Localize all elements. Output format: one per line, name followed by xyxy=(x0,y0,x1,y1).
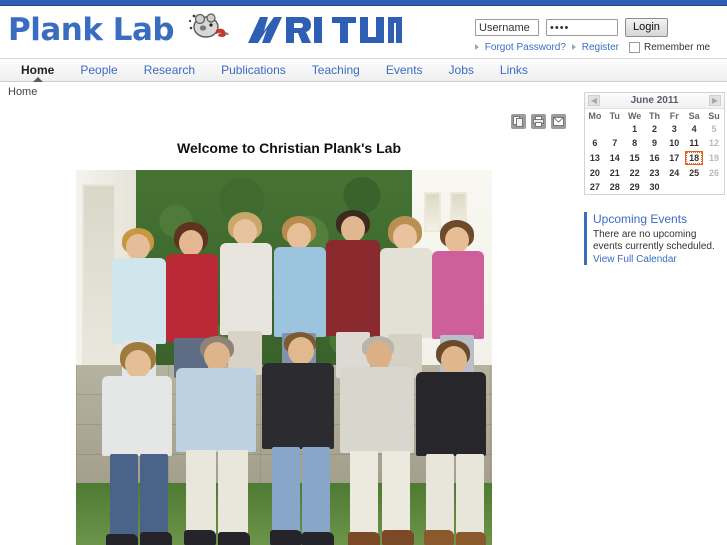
calendar-week-row: 20 21 22 23 24 25 26 xyxy=(585,166,724,180)
calendar-day-10[interactable]: 10 xyxy=(664,136,684,150)
breadcrumb[interactable]: Home xyxy=(8,86,37,98)
calendar-day-26[interactable]: 26 xyxy=(704,166,724,180)
calendar-weekday-fr: Fr xyxy=(669,111,679,121)
brand-title: Plank Lab xyxy=(8,12,175,48)
calendar-day-empty xyxy=(684,180,704,194)
calendar-weekday-su: Su xyxy=(708,111,720,121)
calendar-day-27[interactable]: 27 xyxy=(585,180,605,194)
mouse-magnet-icon xyxy=(182,10,238,50)
calendar-today-marker: 18 xyxy=(685,151,704,165)
calendar-day-13[interactable]: 13 xyxy=(585,150,605,166)
view-full-calendar-link[interactable]: View Full Calendar xyxy=(593,254,727,265)
remember-me-checkbox[interactable] xyxy=(628,42,640,53)
calendar-day-15[interactable]: 15 xyxy=(625,150,645,166)
calendar-next-button[interactable]: ▶ xyxy=(709,95,721,106)
calendar-weekday-we: We xyxy=(627,111,642,121)
arrow-bullet-icon xyxy=(571,44,576,51)
calendar-day-24[interactable]: 24 xyxy=(664,166,684,180)
page-title: Welcome to Christian Plank's Lab xyxy=(176,140,401,156)
calendar-weekday-sa: Sa xyxy=(688,111,700,121)
password-input[interactable] xyxy=(546,19,618,36)
calendar-week-row: 27 28 29 30 xyxy=(585,180,724,194)
calendar-day-11[interactable]: 11 xyxy=(684,136,704,150)
calendar-day-2[interactable]: 2 xyxy=(645,122,665,136)
upcoming-events-heading: Upcoming Events xyxy=(593,212,688,226)
forgot-password-link[interactable]: Forgot Password? xyxy=(485,42,566,53)
group-photo xyxy=(76,170,492,545)
print-icon[interactable] xyxy=(531,114,546,129)
nav-item-jobs[interactable]: Jobs xyxy=(436,59,487,81)
site-branding[interactable]: Plank Lab xyxy=(8,10,406,50)
nav-item-publications[interactable]: Publications xyxy=(208,59,299,81)
site-header: Plank Lab Username •••• Login Forgot Pas… xyxy=(0,6,727,58)
calendar-day-empty xyxy=(664,180,684,194)
calendar-day-30[interactable]: 30 xyxy=(645,180,665,194)
calendar-day-12[interactable]: 12 xyxy=(704,136,724,150)
calendar-day-22[interactable]: 22 xyxy=(625,166,645,180)
upcoming-events-body: There are no upcoming events currently s… xyxy=(593,229,715,252)
calendar-day-20[interactable]: 20 xyxy=(585,166,605,180)
calendar-day-9[interactable]: 9 xyxy=(645,136,665,150)
calendar-weekday-tu: Tu xyxy=(609,111,620,121)
calendar-grid: Mo Tu We Th Fr Sa Su 1 2 3 4 5 6 7 8 9 10 11 12 13 14 15 16 17… xyxy=(585,109,724,194)
nav-item-teaching[interactable]: Teaching xyxy=(299,59,373,81)
nav-item-links[interactable]: Links xyxy=(487,59,541,81)
nav-item-events[interactable]: Events xyxy=(373,59,436,81)
calendar-day-1[interactable]: 1 xyxy=(625,122,645,136)
calendar-day-18[interactable]: 18 xyxy=(684,150,704,166)
calendar-day-empty xyxy=(704,180,724,194)
calendar-weekday-th: Th xyxy=(648,111,660,121)
calendar-week-row: 12345 xyxy=(585,122,724,136)
email-icon[interactable] xyxy=(551,114,566,129)
nav-item-people[interactable]: People xyxy=(67,59,130,81)
login-panel: Login Forgot Password? Register Remember… xyxy=(475,18,721,60)
calendar-prev-button[interactable]: ◀ xyxy=(588,95,600,106)
calendar-day-17[interactable]: 17 xyxy=(664,150,684,166)
remember-me-group[interactable]: Remember me xyxy=(628,42,711,53)
calendar-day-5[interactable]: 5 xyxy=(704,122,724,136)
calendar-day-empty xyxy=(585,122,605,136)
upcoming-events-panel: Upcoming Events There are no upcoming ev… xyxy=(584,212,727,265)
page-root: Plank Lab Username •••• Login Forgot Pas… xyxy=(0,0,727,545)
main-navigation: Home People Research Publications Teaching Ev… xyxy=(0,58,727,82)
nav-item-research[interactable]: Research xyxy=(131,59,208,81)
remember-me-label: Remember me xyxy=(643,42,711,53)
calendar-day-4[interactable]: 4 xyxy=(684,122,704,136)
register-link[interactable]: Register xyxy=(582,42,619,53)
calendar-week-row: 13 14 15 16 17 18 19 xyxy=(585,150,724,166)
calendar-week-row: 6 7 8 9 10 11 12 xyxy=(585,136,724,150)
calendar-title: June 2011 xyxy=(630,95,679,106)
calendar-day-21[interactable]: 21 xyxy=(605,166,625,180)
mri-tum-logo xyxy=(248,15,406,45)
nav-item-home[interactable]: Home xyxy=(8,59,67,82)
calendar-day-29[interactable]: 29 xyxy=(625,180,645,194)
calendar-day-25[interactable]: 25 xyxy=(684,166,704,180)
main-content: Welcome to Christian Plank's Lab xyxy=(0,104,578,545)
calendar-day-6[interactable]: 6 xyxy=(585,136,605,150)
right-sidebar: ◀ June 2011 ▶ Mo Tu We Th Fr Sa Su 1 2 3 4 5 6 7 8 9 10… xyxy=(582,90,727,290)
username-input[interactable] xyxy=(475,19,539,36)
calendar-header: ◀ June 2011 ▶ xyxy=(585,93,724,109)
arrow-bullet-icon xyxy=(475,44,479,51)
forgot-password-link-wrap[interactable]: Forgot Password? xyxy=(475,42,566,53)
calendar-day-14[interactable]: 14 xyxy=(605,150,625,166)
calendar-day-3[interactable]: 3 xyxy=(664,122,684,136)
calendar-day-28[interactable]: 28 xyxy=(605,180,625,194)
calendar-widget: ◀ June 2011 ▶ Mo Tu We Th Fr Sa Su 1 2 3 4 5 6 7 8 9 10… xyxy=(584,92,725,195)
active-tab-caret-icon xyxy=(32,77,43,82)
calendar-day-16[interactable]: 16 xyxy=(645,150,665,166)
page-tools xyxy=(511,114,566,129)
calendar-day-7[interactable]: 7 xyxy=(605,136,625,150)
calendar-day-empty xyxy=(605,122,625,136)
calendar-weekday-mo: Mo xyxy=(588,111,602,121)
register-link-wrap[interactable]: Register xyxy=(571,42,619,53)
copy-icon[interactable] xyxy=(511,114,526,129)
calendar-day-8[interactable]: 8 xyxy=(625,136,645,150)
calendar-day-19[interactable]: 19 xyxy=(704,150,724,166)
calendar-day-23[interactable]: 23 xyxy=(645,166,665,180)
login-button[interactable]: Login xyxy=(625,18,668,37)
